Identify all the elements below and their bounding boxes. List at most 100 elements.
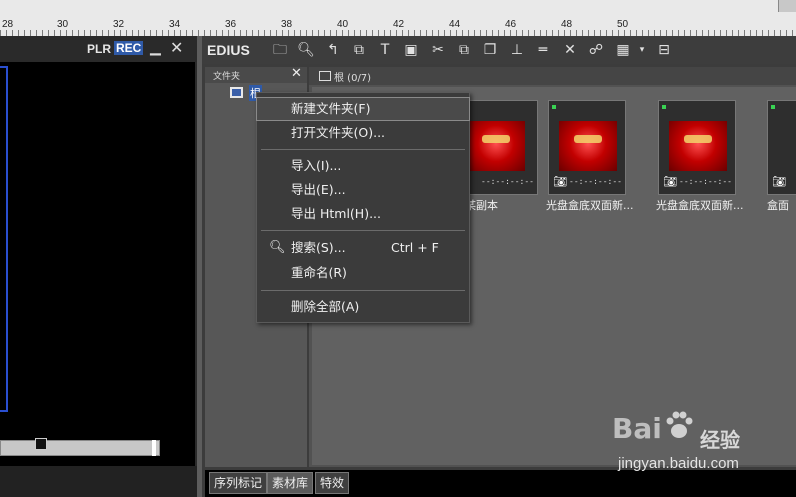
clip-timecode: --:--:--:-- (679, 177, 732, 186)
menu-item-open-folder[interactable]: 打开文件夹(O)... (257, 122, 469, 144)
menu-item-label: 搜索(S)... (291, 240, 346, 255)
rec-toggle[interactable]: REC (114, 41, 144, 55)
ruler-label: 36 (225, 19, 237, 30)
minimize-icon[interactable]: ▁ (150, 40, 161, 56)
ruler-label: 48 (561, 19, 573, 30)
dropdown-icon[interactable]: ▾ (632, 40, 652, 60)
ruler-label: 30 (57, 19, 69, 30)
ruler-label: 32 (113, 19, 125, 30)
camera-icon: 📷︎ (772, 175, 786, 188)
tab-sequence-marker[interactable]: 序列标记 (209, 472, 268, 494)
menu-separator (261, 149, 465, 150)
watermark-url: jingyan.baidu.com (618, 455, 739, 472)
menu-item-delete-all[interactable]: 删除全部(A) (257, 296, 469, 318)
copy-icon[interactable]: ⧉ (454, 40, 474, 60)
delete-icon[interactable]: ✕ (560, 40, 580, 60)
plr-toggle[interactable]: PLR (87, 42, 111, 56)
tab-effects[interactable]: 特效 (315, 472, 350, 494)
ruler-label: 44 (449, 19, 461, 30)
timeline-ruler[interactable]: 28 30 32 34 36 38 40 42 44 46 48 50 (0, 0, 796, 37)
paste-icon[interactable]: ❐ (480, 40, 500, 60)
ruler-end-control[interactable] (778, 0, 796, 12)
folder-panel-title: 文件夹 (213, 72, 241, 82)
menu-separator (261, 230, 465, 231)
camera-icon: 📷︎ (663, 175, 677, 188)
up-arrow-icon[interactable]: ↰ (323, 40, 343, 60)
menu-item-label: 新建文件夹(F) (291, 101, 371, 116)
folder-panel-header: 文件夹 ✕ (205, 66, 307, 83)
marker-icon[interactable]: ⊥ (507, 40, 527, 60)
bin-toolbar: EDIUS 🗀 🔍︎ ↰ ⧉ T ▣ ✂ ⧉ ❐ ⊥ ═ ✕ ☍ ▦ ▾ ⊟ (202, 36, 796, 64)
menu-item-label: 删除全部(A) (291, 299, 360, 314)
menu-item-label: 导出(E)... (291, 182, 346, 197)
ruler-label: 42 (393, 19, 405, 30)
clip-caption: 盒面 (767, 199, 789, 212)
ruler-label: 34 (169, 19, 181, 30)
bin-title: 根 (0/7) (334, 73, 372, 84)
preview-viewer[interactable] (0, 62, 195, 468)
menu-item-label: 重命名(R) (291, 265, 347, 280)
menu-item-export-html[interactable]: 导出 Html(H)... (257, 203, 469, 225)
status-dot (771, 105, 775, 109)
menu-separator (261, 290, 465, 291)
menu-item-shortcut: Ctrl + F (391, 240, 439, 255)
search-icon: 🔍︎ (269, 240, 286, 255)
scrub-end-marker (152, 440, 156, 456)
menu-item-import[interactable]: 导入(I)... (257, 155, 469, 177)
tab-bin[interactable]: 素材库 (267, 472, 314, 494)
player-panel: PLR REC ▁ ✕ (0, 36, 200, 497)
ruler-label: 46 (505, 19, 517, 30)
scrub-bar[interactable] (0, 440, 160, 456)
bin-header: 根 (0/7) (309, 67, 796, 85)
add-folder-icon[interactable]: ⧉ (349, 40, 369, 60)
app-name: EDIUS (207, 42, 250, 58)
clip-thumbnail[interactable]: --:--:--:-- (460, 100, 538, 195)
folder-browse-icon[interactable]: ⊟ (654, 40, 674, 60)
root-folder-icon[interactable] (230, 87, 243, 98)
menu-item-export[interactable]: 导出(E)... (257, 179, 469, 201)
clip-timecode: --:--:--:-- (569, 177, 622, 186)
status-dot (552, 105, 556, 109)
ruler-label: 28 (2, 19, 14, 30)
menu-item-search[interactable]: 🔍︎ 搜索(S)... Ctrl + F (257, 237, 469, 259)
clip-caption: 光盘盒底双面新... (656, 199, 744, 212)
paw-icon (666, 411, 693, 438)
clip-image (669, 121, 727, 171)
text-icon[interactable]: T (375, 40, 395, 60)
bottom-tabs: 序列标记 素材库 特效 (205, 470, 796, 497)
clip-caption: 光盘盒底双面新... (546, 199, 634, 212)
panel-divider[interactable] (197, 36, 202, 497)
clip-image (467, 121, 525, 171)
properties-icon[interactable]: ☍ (586, 40, 606, 60)
folder-icon[interactable]: 🗀 (270, 40, 290, 60)
view-mode-icon[interactable]: ▦ (613, 40, 633, 60)
search-icon[interactable]: 🔍︎ (296, 40, 316, 60)
close-icon[interactable]: ✕ (170, 38, 183, 57)
player-footer (0, 466, 200, 497)
ruler-label: 50 (617, 19, 629, 30)
clip-timecode: --:--:--:-- (481, 177, 534, 186)
clip-thumbnail[interactable]: 📷︎ --:--:--:-- (548, 100, 626, 195)
player-header: PLR REC ▁ ✕ (0, 36, 200, 62)
folder-icon (319, 71, 331, 81)
clip-image (559, 121, 617, 171)
ruler-label: 40 (337, 19, 349, 30)
context-menu: 新建文件夹(F) 打开文件夹(O)... 导入(I)... 导出(E)... 导… (256, 92, 470, 323)
scissors-icon[interactable]: ✂ (428, 40, 448, 60)
clip-thumbnail[interactable]: 📷︎ --:--:--:-- (658, 100, 736, 195)
menu-item-label: 导出 Html(H)... (291, 206, 381, 221)
status-dot (662, 105, 666, 109)
menu-item-rename[interactable]: 重命名(R) (257, 262, 469, 284)
menu-item-label: 导入(I)... (291, 158, 342, 173)
close-icon[interactable]: ✕ (291, 66, 302, 81)
watermark-logo: Bai (612, 412, 662, 445)
monitor-icon[interactable]: ▣ (401, 40, 421, 60)
viewer-frame-edge (0, 66, 8, 412)
ruler-label: 38 (281, 19, 293, 30)
menu-item-new-folder[interactable]: 新建文件夹(F) (256, 97, 470, 121)
menu-item-label: 打开文件夹(O)... (291, 125, 386, 140)
line-icon[interactable]: ═ (533, 40, 553, 60)
scrub-handle[interactable] (35, 438, 47, 450)
watermark-text: 经验 (700, 428, 740, 452)
clip-thumbnail[interactable]: 📷︎ (767, 100, 796, 195)
